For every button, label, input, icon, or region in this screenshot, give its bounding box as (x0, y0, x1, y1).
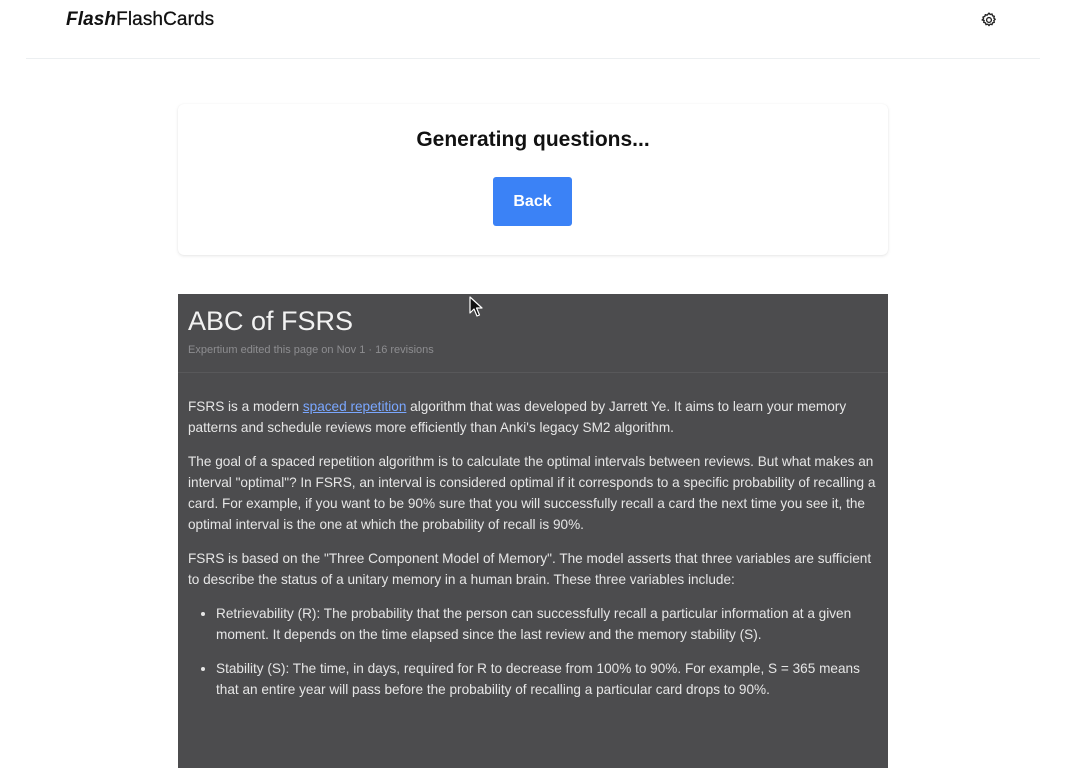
document-title: ABC of FSRS (188, 306, 354, 336)
document-body: FSRS is a modern spaced repetition algor… (188, 396, 878, 713)
document-paragraph: FSRS is a modern spaced repetition algor… (188, 396, 878, 438)
brand-flashcards: FlashCards (116, 9, 215, 30)
generating-status-card: Generating questions... Back (178, 104, 888, 255)
back-button[interactable]: Back (493, 177, 572, 226)
document-paragraph: FSRS is based on the "Three Component Mo… (188, 551, 872, 587)
gear-icon (981, 12, 996, 27)
list-item: Retrievability (R): The probability that… (216, 603, 878, 645)
document-meta: Expertium edited this page on Nov 1 · 16… (188, 344, 434, 356)
brand-flash-italic: Flash (66, 9, 117, 30)
spaced-repetition-link[interactable]: spaced repetition (303, 399, 407, 414)
status-heading: Generating questions... (416, 128, 650, 151)
top-navbar: FlashFlashCards (26, 0, 1040, 59)
app-logo[interactable]: FlashFlashCards (66, 8, 214, 32)
settings-button[interactable] (978, 9, 1000, 31)
source-document-preview: ABC of FSRS Expertium edited this page o… (178, 294, 888, 768)
list-item: Stability (S): The time, in days, requir… (216, 658, 878, 700)
variables-list: Retrievability (R): The probability that… (188, 603, 878, 700)
paragraph-text: FSRS is a modern (188, 399, 303, 414)
mouse-pointer-icon (469, 296, 483, 317)
document-divider (178, 372, 888, 373)
document-paragraph: The goal of a spaced repetition algorith… (188, 454, 876, 532)
